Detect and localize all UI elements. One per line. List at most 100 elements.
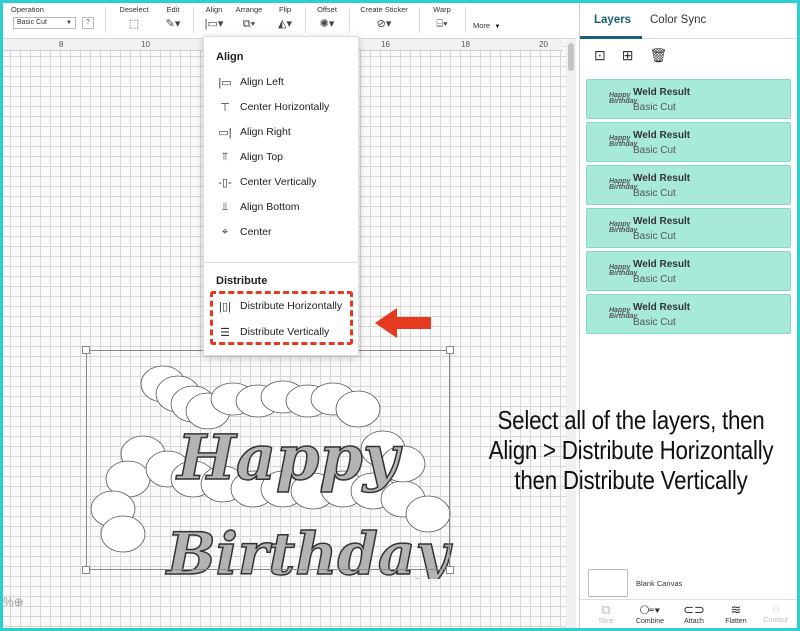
align-left-icon: |▭	[218, 76, 232, 89]
layer-item[interactable]: Happy Birthday Weld Result Basic Cut	[586, 79, 791, 119]
layer-operation: Basic Cut	[633, 317, 676, 328]
align-bottom-icon: ⫫	[221, 200, 229, 213]
layer-item[interactable]: Happy Birthday Weld Result Basic Cut	[586, 208, 791, 248]
align-section-title: Align	[216, 51, 244, 63]
flip-button[interactable]: Flip ◭▾	[273, 5, 297, 32]
flip-icon: ◭▾	[278, 18, 292, 30]
contour-label: Contour	[763, 617, 789, 624]
help-button[interactable]: ?	[82, 17, 94, 29]
toolbar-divider	[419, 7, 420, 33]
menu-item-label: Align Left	[240, 76, 284, 88]
instruction-text: Select all of the layers, then Align > D…	[485, 405, 777, 495]
layer-operation: Basic Cut	[633, 102, 676, 113]
layers-panel: Layers Color Sync ⊡ ⊞ 🗑 Happy Birthday W…	[579, 3, 797, 628]
delete-icon[interactable]: 🗑	[649, 47, 667, 64]
operation-value: Basic Cut	[17, 19, 47, 26]
create-sticker-label: Create Sticker	[360, 5, 408, 14]
panel-tabs: Layers Color Sync	[580, 3, 797, 39]
align-bottom-item[interactable]: ⫫ Align Bottom	[216, 198, 356, 216]
ruler-tick: 8	[59, 40, 64, 49]
layer-name: Weld Result	[633, 259, 691, 270]
align-left-item[interactable]: |▭ Align Left	[216, 73, 356, 91]
layer-name: Weld Result	[633, 173, 691, 184]
center-horizontally-icon: ⊤	[220, 101, 230, 114]
edit-button[interactable]: Edit ✎▾	[159, 5, 187, 32]
flatten-icon: ≋	[730, 602, 742, 617]
menu-divider	[204, 262, 360, 263]
ruler-tick: 20	[539, 40, 548, 49]
ruler-tick: 16	[381, 40, 390, 49]
create-sticker-button[interactable]: Create Sticker ⊘▾	[357, 5, 411, 32]
ruler-tick: 10	[141, 40, 150, 49]
layer-item[interactable]: Happy Birthday Weld Result Basic Cut	[586, 251, 791, 291]
center-vertically-item[interactable]: -▯- Center Vertically	[216, 173, 356, 191]
align-label: Align	[205, 5, 223, 14]
tab-layers[interactable]: Layers	[594, 14, 631, 26]
layer-operation: Basic Cut	[633, 274, 676, 285]
flip-label: Flip	[278, 5, 292, 14]
attach-button[interactable]: ⊂⊃ Attach	[674, 602, 714, 625]
scrollbar-thumb[interactable]	[568, 43, 574, 71]
resize-handle[interactable]	[82, 566, 90, 574]
tab-color-sync[interactable]: Color Sync	[650, 14, 706, 26]
group-icon[interactable]: ⊡	[594, 47, 606, 64]
slice-icon: ⧉	[601, 602, 611, 617]
layer-thumbnail: Happy Birthday	[609, 92, 638, 105]
panel-bottom-actions: ⧉ Slice ⧃▾ Combine ⊂⊃ Attach ≋ Flatten ◌…	[580, 599, 797, 628]
toolbar-divider	[465, 7, 466, 33]
slice-button[interactable]: ⧉ Slice	[586, 602, 626, 625]
layer-item[interactable]: Happy Birthday Weld Result Basic Cut	[586, 165, 791, 205]
center-item[interactable]: ⌖ Center	[216, 223, 356, 241]
combine-icon: ⧃▾	[639, 602, 661, 617]
distribute-section-title: Distribute	[216, 275, 268, 287]
layer-thumbnail: Happy Birthday	[609, 221, 638, 234]
chevron-down-icon: ▼	[494, 24, 501, 30]
align-button[interactable]: Align |▭▾	[201, 5, 227, 32]
flatten-button[interactable]: ≋ Flatten	[716, 602, 756, 625]
deselect-button[interactable]: Deselect ⬚	[117, 5, 151, 32]
warp-button[interactable]: Warp ⌸▾	[427, 5, 457, 32]
contour-button[interactable]: ◌ Contour	[756, 602, 796, 624]
layer-item[interactable]: Happy Birthday Weld Result Basic Cut	[586, 294, 791, 334]
layer-operation: Basic Cut	[633, 188, 676, 199]
align-right-icon: ▭|	[218, 126, 232, 139]
center-icon: ⌖	[221, 225, 229, 238]
app-window: Operation Basic Cut ▼ ? Deselect ⬚ Edit …	[3, 3, 797, 628]
layer-item[interactable]: Happy Birthday Weld Result Basic Cut	[586, 122, 791, 162]
align-right-item[interactable]: ▭| Align Right	[216, 123, 356, 141]
selection-box[interactable]	[82, 346, 454, 574]
center-horizontally-item[interactable]: ⊤ Center Horizontally	[216, 98, 356, 116]
attach-icon: ⊂⊃	[683, 602, 705, 617]
blank-canvas-swatch[interactable]	[588, 569, 628, 597]
operation-select[interactable]: Basic Cut ▼	[13, 17, 76, 29]
layer-operation: Basic Cut	[633, 231, 676, 242]
pencil-icon: ✎▾	[165, 18, 181, 30]
blank-canvas-label: Blank Canvas	[636, 579, 683, 588]
duplicate-icon[interactable]: ⊞	[622, 47, 634, 64]
attach-label: Attach	[684, 618, 704, 625]
resize-handle[interactable]	[446, 346, 454, 354]
layer-actions: ⊡ ⊞ 🗑	[594, 47, 667, 64]
menu-item-label: Align Right	[240, 126, 291, 138]
arrow-left-icon	[375, 308, 431, 338]
more-button[interactable]: More ▼	[473, 15, 501, 33]
align-icon: |▭▾	[204, 18, 224, 30]
instruction-line: Align > Distribute Horizontally	[488, 435, 774, 465]
canvas-scrollbar[interactable]	[566, 39, 576, 628]
align-top-item[interactable]: ⫪ Align Top	[216, 148, 356, 166]
slice-label: Slice	[598, 618, 614, 625]
flatten-label: Flatten	[725, 618, 747, 625]
combine-button[interactable]: ⧃▾ Combine	[630, 602, 670, 625]
layer-thumbnail: Happy Birthday	[609, 264, 638, 277]
chevron-down-icon: ▼	[66, 20, 72, 26]
resize-handle[interactable]	[82, 346, 90, 354]
layer-name: Weld Result	[633, 130, 691, 141]
zoom-in-icon[interactable]: %⊕	[3, 595, 24, 609]
menu-item-label: Center Horizontally	[240, 101, 330, 113]
offset-button[interactable]: Offset ✺▾	[313, 5, 341, 32]
arrange-button[interactable]: Arrange ⧉▾	[233, 5, 265, 32]
sticker-icon: ⊘▾	[376, 18, 392, 30]
resize-handle[interactable]	[446, 566, 454, 574]
offset-label: Offset	[317, 5, 337, 14]
operation-group: Operation	[11, 5, 44, 14]
